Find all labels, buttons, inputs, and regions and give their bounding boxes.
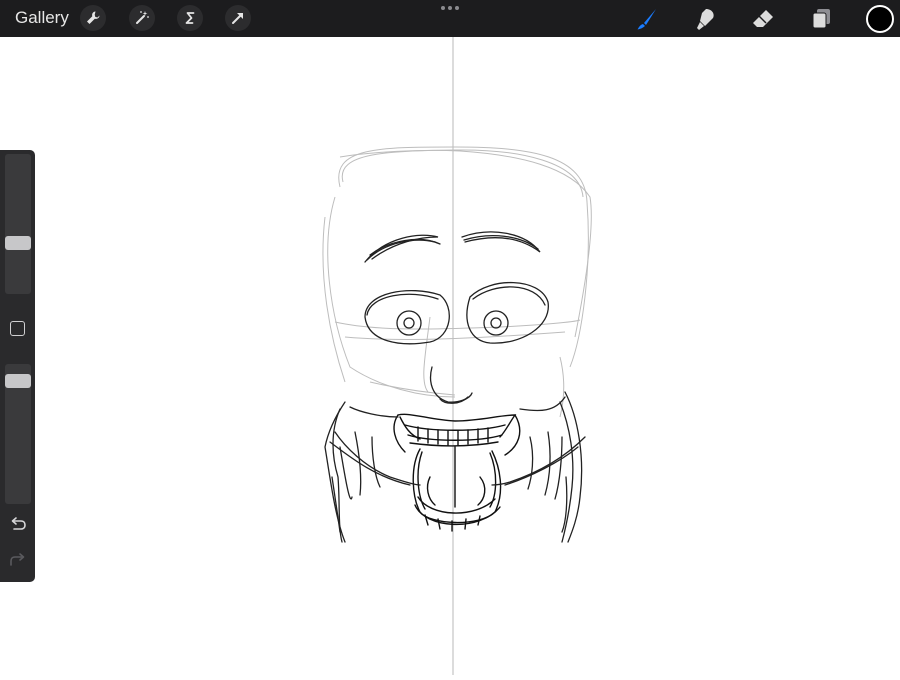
actions-button[interactable] [80,5,106,31]
transform-button[interactable] [225,5,251,31]
selection-button[interactable] [177,5,203,31]
more-options-button[interactable] [441,3,459,13]
magic-wand-icon [136,11,149,24]
modify-button[interactable] [10,321,25,336]
face-ink-lines [364,231,549,404]
color-picker-button[interactable] [866,5,894,33]
selection-s-icon [185,12,195,24]
mouth-ink-lines [393,413,521,532]
brush-tool-button[interactable] [632,4,662,34]
left-sidebar [0,150,35,582]
head-construction-lines [322,146,592,418]
redo-button[interactable] [8,552,28,570]
layers-button[interactable] [806,4,836,34]
eraser-icon [753,10,773,27]
layers-icon [812,9,830,29]
dot [455,6,459,10]
adjustments-button[interactable] [129,5,155,31]
dot [448,6,452,10]
brush-size-slider[interactable] [5,154,31,294]
dot [441,6,445,10]
sketch-artwork [322,37,592,675]
transform-arrow-icon [232,13,243,24]
undo-button[interactable] [8,516,28,534]
wrench-icon [87,11,100,24]
undo-icon [11,517,26,530]
top-toolbar: Gallery [0,0,900,37]
redo-icon [10,553,25,566]
smudge-icon [697,9,714,30]
opacity-slider-thumb[interactable] [5,374,31,388]
smudge-tool-button[interactable] [690,4,720,34]
brush-icon [637,9,656,30]
eraser-tool-button[interactable] [748,4,778,34]
gallery-button[interactable]: Gallery [15,8,69,28]
drawing-canvas[interactable] [0,37,900,675]
brush-size-slider-thumb[interactable] [5,236,31,250]
opacity-slider[interactable] [5,364,31,504]
